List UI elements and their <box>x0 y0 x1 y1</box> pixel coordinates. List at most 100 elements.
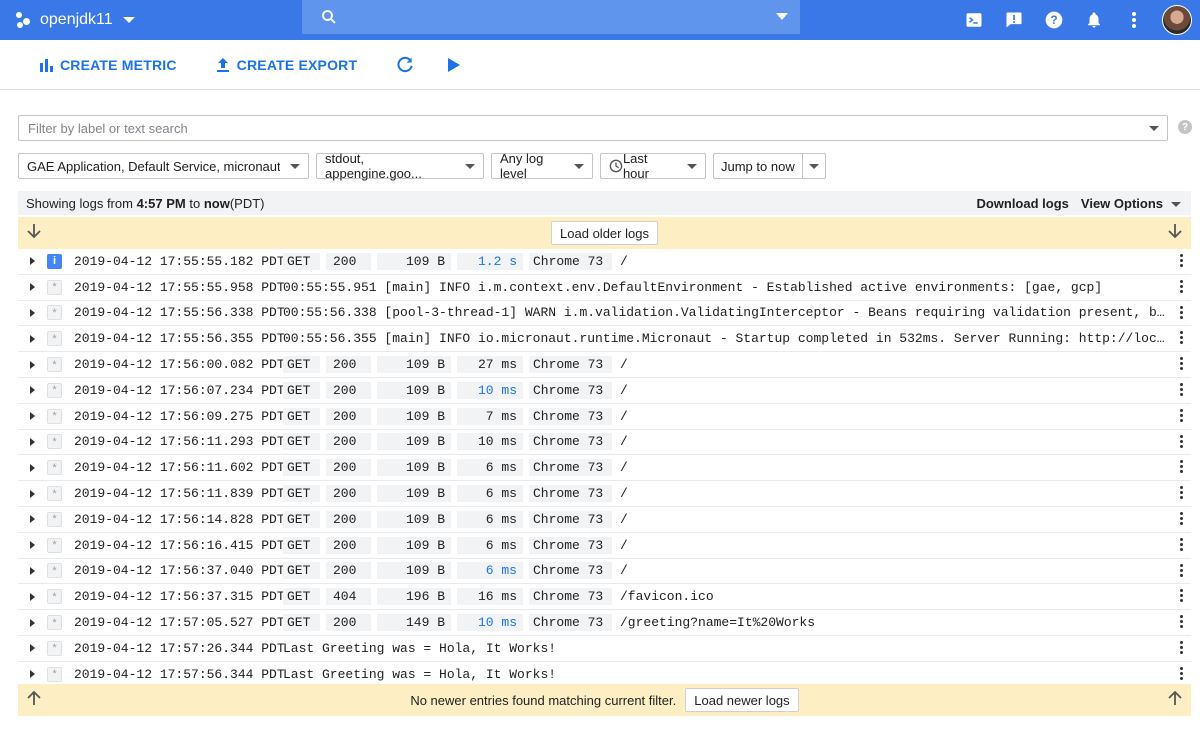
user-agent[interactable]: Chrome 73 <box>529 562 612 580</box>
response-size[interactable]: 109 B <box>377 536 451 554</box>
latency[interactable]: 10 ms <box>457 381 523 399</box>
log-name-selector[interactable]: stdout, appengine.goo... <box>316 151 484 181</box>
response-status[interactable]: 200 <box>326 381 371 399</box>
more-vert-icon[interactable] <box>1179 486 1183 501</box>
expand-arrow-icon[interactable] <box>20 644 44 653</box>
response-status[interactable]: 200 <box>326 485 371 503</box>
log-level-selector[interactable]: Any log level <box>491 151 593 181</box>
more-vert-icon[interactable] <box>1179 408 1183 424</box>
user-agent[interactable]: Chrome 73 <box>529 588 612 606</box>
log-entry-row[interactable]: * 2019-04-12 17:56:11.602 PDT GET 200 109 B 6… <box>18 455 1191 482</box>
help-icon[interactable]: ? <box>1178 120 1192 134</box>
response-size[interactable]: 109 B <box>377 356 451 374</box>
log-entry-row[interactable]: * 2019-04-12 17:57:05.527 PDT GET 200 149 B 1… <box>18 610 1191 636</box>
expand-arrow-icon[interactable] <box>20 334 44 343</box>
request-method[interactable]: GET <box>283 459 320 477</box>
time-range-selector[interactable]: Last hour <box>600 151 706 181</box>
response-size[interactable]: 196 B <box>377 588 451 606</box>
log-entry-row[interactable]: * 2019-04-12 17:57:26.344 PDT Last Greetin… <box>18 636 1191 662</box>
request-method[interactable]: GET <box>283 356 320 374</box>
response-status[interactable]: 200 <box>326 510 371 528</box>
response-size[interactable]: 109 B <box>377 485 451 503</box>
user-agent[interactable]: Chrome 73 <box>529 459 612 477</box>
more-vert-icon[interactable] <box>1179 460 1183 475</box>
response-size[interactable]: 109 B <box>377 562 451 580</box>
latency[interactable]: 7 ms <box>457 407 523 425</box>
request-method[interactable]: GET <box>283 588 320 606</box>
log-entry-row[interactable]: * 2019-04-12 17:55:56.355 PDT 00:55:56.355… <box>18 326 1191 353</box>
expand-arrow-icon[interactable] <box>20 412 44 421</box>
expand-arrow-icon[interactable] <box>20 308 44 317</box>
expand-arrow-icon[interactable] <box>20 489 44 498</box>
request-method[interactable]: GET <box>283 536 320 554</box>
log-entry-row[interactable]: * 2019-04-12 17:55:55.958 PDT 00:55:55.951… <box>18 275 1191 301</box>
latency[interactable]: 6 ms <box>457 485 523 503</box>
more-vert-icon[interactable] <box>1179 305 1183 321</box>
response-size[interactable]: 109 B <box>377 252 451 270</box>
more-vert-icon[interactable] <box>1179 589 1183 604</box>
latency[interactable]: 1.2 s <box>457 252 523 270</box>
expand-arrow-icon[interactable] <box>20 360 44 369</box>
latency[interactable]: 10 ms <box>457 433 523 451</box>
more-vert-icon[interactable] <box>1179 331 1183 346</box>
arrow-up-icon[interactable] <box>1168 690 1182 709</box>
response-size[interactable]: 149 B <box>377 614 451 632</box>
cloud-shell-icon[interactable] <box>954 0 994 40</box>
latency[interactable]: 6 ms <box>457 562 523 580</box>
view-options-button[interactable]: View Options <box>1081 196 1181 211</box>
latency[interactable]: 27 ms <box>457 356 523 374</box>
log-entry-row[interactable]: * 2019-04-12 17:56:14.828 PDT GET 200 109 B 6… <box>18 507 1191 533</box>
log-entry-row[interactable]: * 2019-04-12 17:56:37.040 PDT GET 200 109 B 6… <box>18 559 1191 585</box>
more-vert-icon[interactable] <box>1179 382 1183 398</box>
refresh-icon[interactable] <box>395 55 415 75</box>
log-entry-row[interactable]: * 2019-04-12 17:56:11.293 PDT GET 200 109 B 1… <box>18 430 1191 456</box>
more-vert-icon[interactable] <box>1179 357 1183 372</box>
log-entry-row[interactable]: * 2019-04-12 17:56:37.315 PDT GET 404 196 B 1… <box>18 584 1191 611</box>
expand-arrow-icon[interactable] <box>20 437 44 446</box>
search-dropdown-icon[interactable] <box>776 13 788 20</box>
arrow-up-icon[interactable] <box>27 690 41 709</box>
response-status[interactable]: 404 <box>326 588 371 606</box>
request-method[interactable]: GET <box>283 381 320 399</box>
request-method[interactable]: GET <box>283 510 320 528</box>
user-agent[interactable]: Chrome 73 <box>529 252 612 270</box>
request-method[interactable]: GET <box>283 407 320 425</box>
response-status[interactable]: 200 <box>326 252 371 270</box>
load-older-logs-button[interactable]: Load older logs <box>551 221 658 245</box>
user-agent[interactable]: Chrome 73 <box>529 433 612 451</box>
user-agent[interactable]: Chrome 73 <box>529 356 612 374</box>
more-vert-icon[interactable] <box>1179 434 1183 450</box>
response-status[interactable]: 200 <box>326 356 371 374</box>
latency[interactable]: 6 ms <box>457 510 523 528</box>
response-size[interactable]: 109 B <box>377 510 451 528</box>
request-method[interactable]: GET <box>283 562 320 580</box>
expand-arrow-icon[interactable] <box>20 566 44 575</box>
more-vert-icon[interactable] <box>1179 537 1183 553</box>
avatar[interactable] <box>1162 5 1192 35</box>
play-icon[interactable] <box>447 57 461 73</box>
filter-input[interactable]: Filter by label or text search <box>18 115 1168 141</box>
user-agent[interactable]: Chrome 73 <box>529 510 612 528</box>
create-metric-button[interactable]: CREATE METRIC <box>38 47 177 83</box>
log-entry-row[interactable]: * 2019-04-12 17:56:11.839 PDT GET 200 109 B 6… <box>18 481 1191 507</box>
user-agent[interactable]: Chrome 73 <box>529 407 612 425</box>
response-size[interactable]: 109 B <box>377 459 451 477</box>
response-status[interactable]: 200 <box>326 536 371 554</box>
user-agent[interactable]: Chrome 73 <box>529 536 612 554</box>
log-entry-row[interactable]: * 2019-04-12 17:56:00.082 PDT GET 200 109 B 2… <box>18 352 1191 378</box>
project-selector[interactable]: openjdk11 <box>0 0 135 40</box>
log-entry-row[interactable]: * 2019-04-12 17:56:16.415 PDT GET 200 109 B 6… <box>18 533 1191 559</box>
feedback-icon[interactable] <box>994 0 1034 40</box>
expand-arrow-icon[interactable] <box>20 515 44 524</box>
expand-arrow-icon[interactable] <box>20 463 44 472</box>
create-export-button[interactable]: CREATE EXPORT <box>215 47 358 83</box>
more-vert-icon[interactable] <box>1179 279 1183 295</box>
request-method[interactable]: GET <box>283 485 320 503</box>
user-agent[interactable]: Chrome 73 <box>529 614 612 632</box>
more-vert-icon[interactable] <box>1179 254 1183 269</box>
search-bar[interactable] <box>302 0 800 34</box>
expand-arrow-icon[interactable] <box>20 592 44 601</box>
jump-to-now-button[interactable]: Jump to now <box>714 154 803 178</box>
more-vert-icon[interactable] <box>1179 511 1183 527</box>
latency[interactable]: 16 ms <box>457 588 523 606</box>
